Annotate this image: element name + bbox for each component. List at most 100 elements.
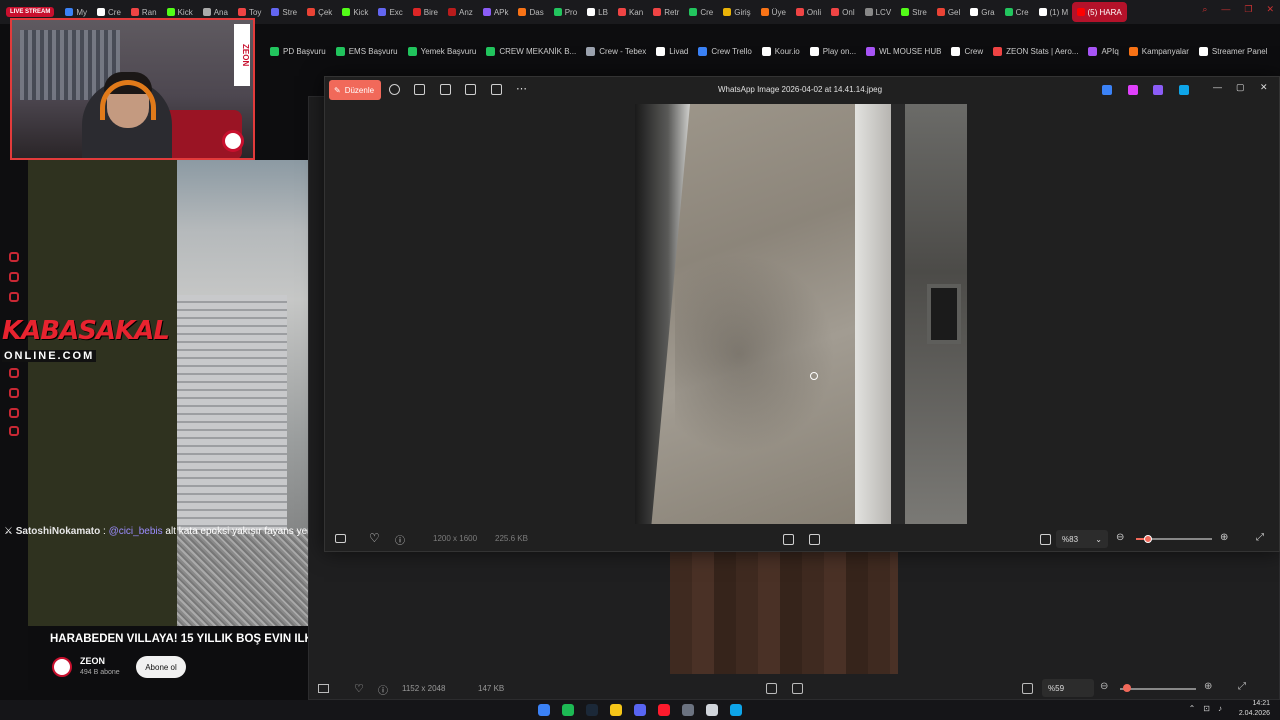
clock-icon[interactable] bbox=[9, 388, 19, 398]
crop-icon[interactable] bbox=[783, 534, 794, 545]
onedrive-icon[interactable] bbox=[1179, 85, 1189, 95]
volume-icon[interactable]: ♪ bbox=[1218, 704, 1222, 713]
app-edit-icon[interactable] bbox=[1128, 85, 1138, 95]
browser-tab[interactable]: LCV bbox=[860, 2, 897, 22]
browser-tab[interactable]: LB bbox=[582, 2, 613, 22]
browser-tab[interactable]: Onli bbox=[791, 2, 826, 22]
subscribe-button[interactable]: Abone ol bbox=[136, 656, 186, 678]
browser-tab[interactable]: Cre bbox=[1000, 2, 1034, 22]
filmstrip-toggle-icon[interactable] bbox=[335, 534, 346, 543]
steam-icon[interactable] bbox=[586, 704, 598, 716]
more-options-icon[interactable]: ⋯ bbox=[516, 82, 527, 95]
scan-icon[interactable] bbox=[792, 683, 803, 694]
fit-window-icon[interactable] bbox=[1022, 683, 1033, 694]
browser-tab[interactable]: Exc bbox=[373, 2, 407, 22]
bookmark-item[interactable]: Yemek Başvuru bbox=[407, 46, 476, 56]
back-zoom-thumb[interactable] bbox=[1123, 684, 1131, 692]
tray-arrow-icon[interactable]: ⌃ bbox=[1189, 704, 1196, 713]
slideshow-icon[interactable] bbox=[491, 84, 502, 95]
browser-tab[interactable]: (1) M bbox=[1034, 2, 1072, 22]
viewer-close-icon[interactable]: ✕ bbox=[1260, 82, 1268, 93]
crop-icon[interactable] bbox=[766, 683, 777, 694]
bookmark-item[interactable]: EMS Başvuru bbox=[335, 46, 398, 56]
obs-icon[interactable] bbox=[706, 704, 718, 716]
bookmark-item[interactable]: CREW MEKANİK B... bbox=[486, 46, 576, 56]
browser-tab[interactable]: Onl bbox=[826, 2, 859, 22]
zoom-in-icon[interactable]: ⊕ bbox=[1220, 532, 1228, 543]
favorite-heart-icon[interactable]: ♡ bbox=[369, 531, 380, 545]
fullscreen-icon[interactable]: ⤢ bbox=[1256, 532, 1264, 543]
browser-tab[interactable]: Retr bbox=[648, 2, 684, 22]
zoom-out-icon[interactable]: ⊖ bbox=[1100, 681, 1108, 692]
close-icon[interactable]: ✕ bbox=[1266, 4, 1274, 15]
delete-icon[interactable] bbox=[414, 84, 425, 95]
bookmark-item[interactable]: Play on... bbox=[809, 46, 856, 56]
browser-tab[interactable]: Das bbox=[513, 2, 548, 22]
browser-tab[interactable]: Gra bbox=[965, 2, 999, 22]
bookmark-item[interactable]: Livad bbox=[656, 46, 688, 56]
info-icon[interactable]: ⓘ bbox=[378, 682, 388, 697]
shield-icon[interactable] bbox=[9, 292, 19, 302]
print-icon[interactable] bbox=[440, 84, 451, 95]
maximize-icon[interactable]: ❐ bbox=[1244, 4, 1252, 15]
browser-tab[interactable]: Anz bbox=[443, 2, 478, 22]
target-icon[interactable] bbox=[9, 368, 19, 378]
discord-icon[interactable] bbox=[634, 704, 646, 716]
app-clipchamp-icon[interactable] bbox=[1153, 85, 1163, 95]
displayed-photo[interactable] bbox=[635, 104, 967, 524]
system-clock[interactable]: 14:21 2.04.2026 bbox=[1239, 699, 1270, 719]
bookmark-item[interactable]: WL MOUSE HUB bbox=[866, 46, 941, 56]
browser-tab[interactable]: Pro bbox=[549, 2, 582, 22]
search-icon[interactable]: ⌕ bbox=[1202, 4, 1207, 15]
channel-name[interactable]: ZEON bbox=[80, 656, 105, 666]
bookmark-item[interactable]: ZEON Stats | Aero... bbox=[993, 46, 1078, 56]
viewer-minimize-icon[interactable]: — bbox=[1213, 82, 1222, 92]
windows-start-icon[interactable] bbox=[538, 704, 550, 716]
spotify-icon[interactable] bbox=[562, 704, 574, 716]
back-zoom-slider[interactable] bbox=[1120, 688, 1196, 690]
fit-to-window-icon[interactable] bbox=[1040, 534, 1051, 545]
bookmark-item[interactable]: Crew - Tebex bbox=[586, 46, 646, 56]
browser-tab[interactable]: Kick bbox=[337, 2, 373, 22]
browser-tab[interactable]: APk bbox=[478, 2, 514, 22]
zoom-in-icon[interactable]: ⊕ bbox=[1204, 681, 1212, 692]
browser-tab[interactable]: Cre bbox=[684, 2, 718, 22]
zoom-slider[interactable] bbox=[1136, 535, 1212, 543]
home-icon[interactable] bbox=[9, 272, 19, 282]
browser-tab[interactable]: Çek bbox=[302, 2, 337, 22]
app-share-icon[interactable] bbox=[1102, 85, 1112, 95]
rotate-icon[interactable] bbox=[389, 84, 400, 95]
settings-icon[interactable] bbox=[9, 426, 19, 436]
browser-tab[interactable]: (5) HARA bbox=[1071, 2, 1127, 22]
share-icon[interactable] bbox=[465, 84, 476, 95]
bookmark-item[interactable]: Kampanyalar bbox=[1128, 46, 1189, 56]
photos-icon[interactable] bbox=[730, 704, 742, 716]
filmstrip-icon[interactable] bbox=[318, 684, 329, 693]
browser-tab[interactable]: Stre bbox=[266, 2, 302, 22]
bookmark-item[interactable]: APIq bbox=[1088, 46, 1119, 56]
browser-tab[interactable]: Kan bbox=[613, 2, 648, 22]
minimize-icon[interactable]: — bbox=[1221, 4, 1230, 15]
edit-button[interactable]: ✎ Düzenle bbox=[329, 80, 381, 100]
channel-avatar[interactable] bbox=[52, 657, 72, 677]
file-info-icon[interactable]: ⓘ bbox=[395, 532, 405, 547]
visual-search-icon[interactable] bbox=[809, 534, 820, 545]
bookmark-item[interactable]: Crew bbox=[951, 46, 983, 56]
network-icon[interactable]: ⊡ bbox=[1203, 704, 1210, 713]
heart-icon[interactable] bbox=[9, 408, 19, 418]
viewer-maximize-icon[interactable]: ▢ bbox=[1236, 82, 1245, 93]
browser-tab[interactable]: Giriş bbox=[718, 2, 755, 22]
browser-tab[interactable]: Stre bbox=[896, 2, 932, 22]
browser-tab[interactable]: Bire bbox=[408, 2, 443, 22]
bookmark-item[interactable]: Kour.io bbox=[761, 46, 800, 56]
back-zoom-select[interactable]: %59 bbox=[1042, 679, 1094, 697]
favorite-icon[interactable]: ♡ bbox=[354, 682, 364, 695]
browser-tab[interactable]: Gel bbox=[932, 2, 965, 22]
browser-tab[interactable]: Üye bbox=[756, 2, 791, 22]
fullscreen-icon[interactable]: ⤢ bbox=[1238, 681, 1246, 692]
bookmark-item[interactable]: Streamer Panel bbox=[1198, 46, 1268, 56]
refresh-icon[interactable] bbox=[9, 252, 19, 262]
xbox-icon[interactable] bbox=[682, 704, 694, 716]
zoom-out-icon[interactable]: ⊖ bbox=[1116, 532, 1124, 543]
bookmark-item[interactable]: Crew Trello bbox=[698, 46, 752, 56]
